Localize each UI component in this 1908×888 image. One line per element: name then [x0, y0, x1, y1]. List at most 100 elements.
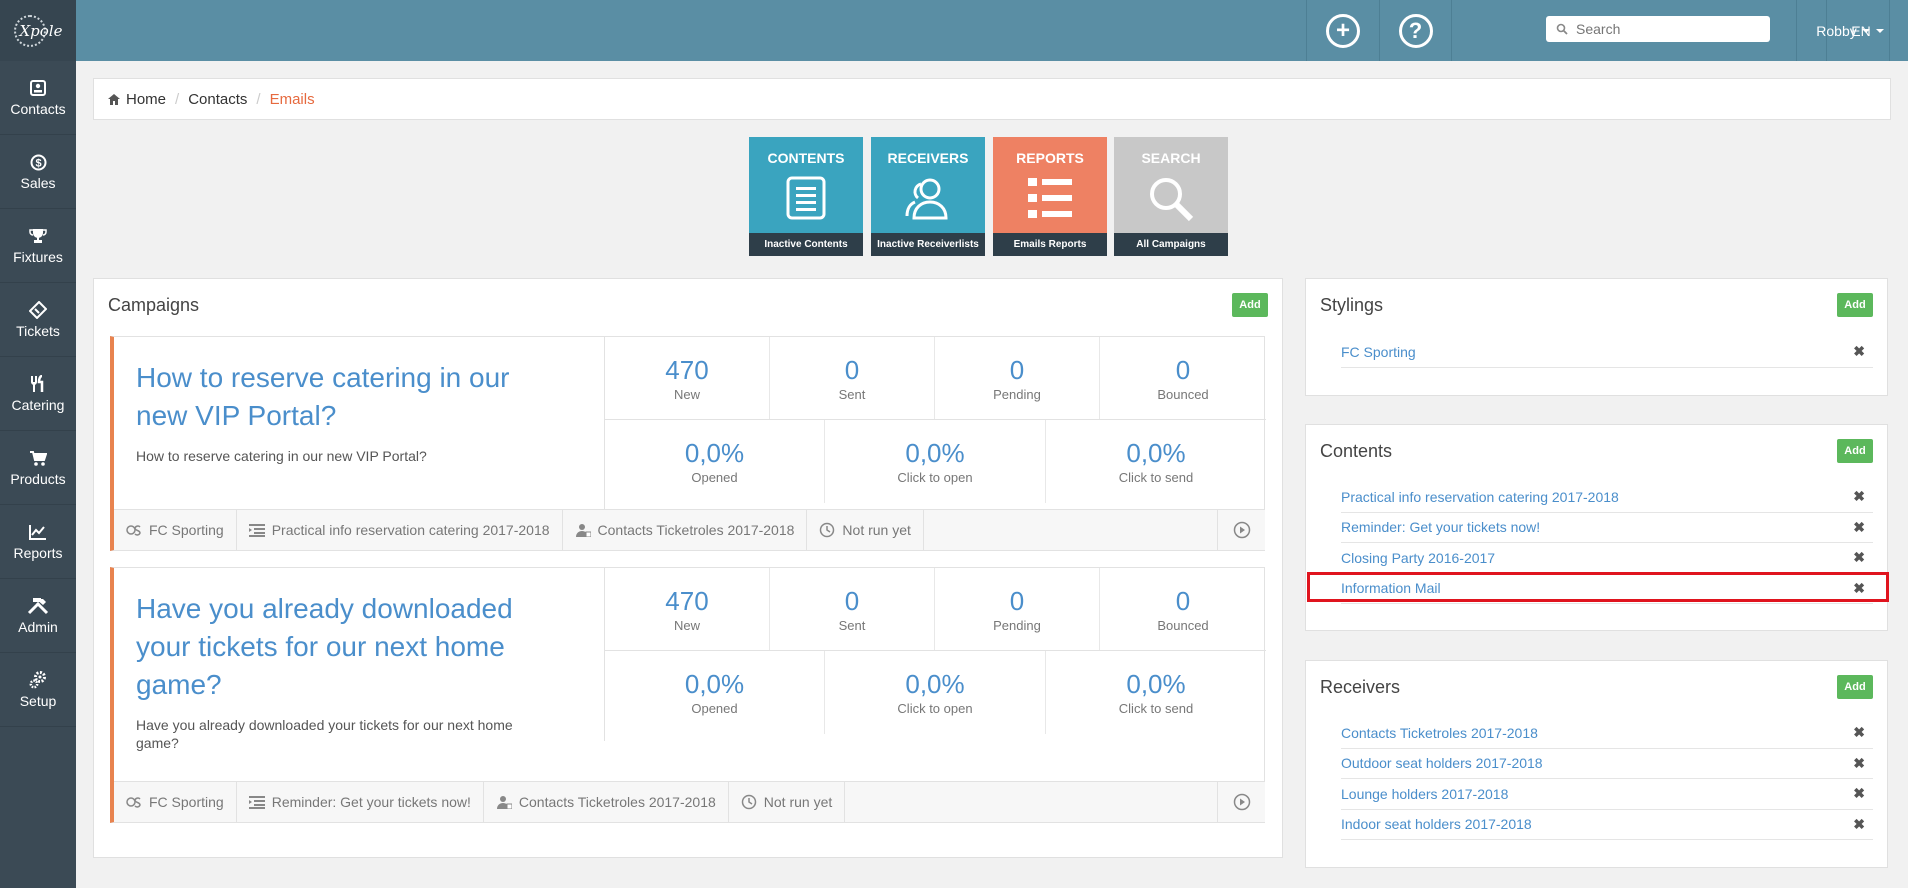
sidebar-item-contacts[interactable]: Contacts — [0, 61, 76, 135]
trophy-icon — [29, 226, 47, 246]
campaign-content[interactable]: Practical info reservation catering 2017… — [237, 509, 563, 551]
list-item[interactable]: Contacts Ticketroles 2017-2018 ✖ — [1341, 718, 1873, 749]
sidebar-item-products[interactable]: Products — [0, 431, 76, 505]
remove-icon[interactable]: ✖ — [1853, 519, 1873, 536]
search-box[interactable] — [1546, 16, 1770, 42]
campaign-card[interactable]: How to reserve catering in our new VIP P… — [110, 336, 1266, 551]
campaign-styling[interactable]: FC Sporting — [114, 781, 237, 823]
stat-value: 0 — [1009, 585, 1025, 616]
remove-icon[interactable]: ✖ — [1853, 816, 1873, 833]
stat-value: 0,0% — [905, 669, 965, 699]
stat-click-to-send: 0,0% Click to send — [1046, 420, 1266, 503]
add-campaign-button[interactable]: Add — [1232, 293, 1268, 317]
list-item-label[interactable]: Outdoor seat holders 2017-2018 — [1341, 755, 1543, 771]
sidebar-item-label: Catering — [11, 397, 65, 413]
stat-label: Click to open — [897, 470, 973, 485]
list-item-label[interactable]: Lounge holders 2017-2018 — [1341, 786, 1508, 802]
remove-icon[interactable]: ✖ — [1853, 488, 1873, 505]
stat-label: Sent — [838, 617, 866, 633]
content-icon — [248, 795, 265, 809]
list-item-label[interactable]: FC Sporting — [1341, 344, 1416, 360]
sidebar-item-catering[interactable]: Catering — [0, 357, 76, 431]
sidebar-item-sales[interactable]: $ Sales — [0, 135, 76, 209]
stat-value: 0 — [844, 585, 860, 616]
sidebar-item-reports[interactable]: Reports — [0, 505, 76, 579]
sidebar-item-label: Tickets — [16, 323, 60, 339]
sidebar-item-label: Contacts — [10, 101, 66, 117]
campaign-card[interactable]: Have you already downloaded your tickets… — [110, 567, 1266, 823]
add-new-button[interactable]: + — [1306, 0, 1379, 61]
logo[interactable]: Xpole — [0, 0, 76, 61]
content-label: Reminder: Get your tickets now! — [271, 794, 471, 810]
sidebar-item-setup[interactable]: Setup — [0, 653, 76, 727]
list-item[interactable]: FC Sporting ✖ — [1341, 337, 1873, 368]
list-item[interactable]: Lounge holders 2017-2018 ✖ — [1341, 779, 1873, 810]
list-item-label[interactable]: Information Mail — [1341, 580, 1441, 596]
sidebar-item-fixtures[interactable]: Fixtures — [0, 209, 76, 283]
tile-reports[interactable]: REPORTS Emails Reports — [993, 137, 1107, 256]
content-label: Practical info reservation catering 2017… — [271, 522, 550, 538]
remove-icon[interactable]: ✖ — [1853, 724, 1873, 741]
run-campaign-button[interactable] — [1217, 781, 1265, 823]
remove-icon[interactable]: ✖ — [1853, 785, 1873, 802]
stat-label: Opened — [691, 701, 738, 716]
list-item[interactable]: Practical info reservation catering 2017… — [1341, 482, 1873, 513]
tile-contents[interactable]: CONTENTS Inactive Contents — [749, 137, 863, 256]
campaign-status: Not run yet — [729, 781, 846, 823]
list-item-label[interactable]: Reminder: Get your tickets now! — [1341, 519, 1540, 535]
stylings-list: FC Sporting ✖ — [1341, 337, 1873, 368]
remove-icon[interactable]: ✖ — [1853, 580, 1873, 597]
sidebar-item-tickets[interactable]: Tickets — [0, 283, 76, 357]
stat-label: Click to send — [1118, 701, 1194, 716]
breadcrumb-home[interactable]: Home — [126, 91, 166, 108]
add-receiver-button[interactable]: Add — [1837, 675, 1873, 699]
breadcrumb-contacts[interactable]: Contacts — [188, 91, 247, 108]
stat-label: New — [673, 617, 700, 633]
campaign-receivers[interactable]: Contacts Ticketroles 2017-2018 — [563, 509, 808, 551]
sidebar: Xpole Contacts $ Sales Fixtures Tickets … — [0, 0, 76, 888]
campaign-content[interactable]: Reminder: Get your tickets now! — [237, 781, 484, 823]
remove-icon[interactable]: ✖ — [1853, 755, 1873, 772]
list-item[interactable]: Closing Party 2016-2017 ✖ — [1341, 543, 1873, 574]
remove-icon[interactable]: ✖ — [1853, 549, 1873, 566]
sidebar-item-admin[interactable]: Admin — [0, 579, 76, 653]
campaign-title[interactable]: Have you already downloaded your tickets… — [136, 590, 556, 704]
run-campaign-button[interactable] — [1217, 509, 1265, 551]
home-icon — [108, 93, 120, 105]
language-menu[interactable]: EN — [1826, 0, 1908, 61]
receivers-list: Contacts Ticketroles 2017-2018 ✖ Outdoor … — [1341, 718, 1873, 840]
remove-icon[interactable]: ✖ — [1853, 343, 1873, 360]
list-item[interactable]: Reminder: Get your tickets now! ✖ — [1341, 513, 1873, 543]
tile-receivers[interactable]: RECEIVERS Inactive Receiverlists — [871, 137, 985, 256]
stat-sent: 0 Sent — [770, 568, 935, 650]
contents-list: Practical info reservation catering 2017… — [1341, 482, 1873, 604]
stat-sent: 0 Sent — [770, 337, 935, 419]
campaign-title[interactable]: How to reserve catering in our new VIP P… — [136, 359, 556, 435]
stat-label: Opened — [691, 470, 738, 485]
stat-label: Pending — [993, 386, 1041, 402]
list-item[interactable]: Information Mail ✖ — [1341, 574, 1873, 604]
status-label: Not run yet — [763, 794, 833, 810]
search-input[interactable] — [1576, 21, 1756, 37]
styling-icon — [126, 524, 142, 536]
stat-bounced: 0 Bounced — [1100, 337, 1266, 419]
add-content-button[interactable]: Add — [1837, 439, 1873, 463]
campaign-styling[interactable]: FC Sporting — [114, 509, 237, 551]
list-item-label[interactable]: Contacts Ticketroles 2017-2018 — [1341, 725, 1538, 741]
tile-search[interactable]: SEARCH All Campaigns — [1114, 137, 1228, 256]
campaign-stats: 470 New 0 Sent 0 Pending 0 Bounced 0,0% Opene… — [604, 337, 1266, 510]
topbar: + ? Robby — [76, 0, 1908, 61]
list-item-label[interactable]: Indoor seat holders 2017-2018 — [1341, 816, 1532, 832]
list-item-label[interactable]: Closing Party 2016-2017 — [1341, 550, 1495, 566]
campaign-receivers[interactable]: Contacts Ticketroles 2017-2018 — [484, 781, 729, 823]
add-styling-button[interactable]: Add — [1837, 293, 1873, 317]
list-item[interactable]: Outdoor seat holders 2017-2018 ✖ — [1341, 749, 1873, 779]
stat-new: 470 New — [605, 568, 770, 650]
stat-click-to-open: 0,0% Click to open — [825, 420, 1046, 503]
list-item[interactable]: Indoor seat holders 2017-2018 ✖ — [1341, 810, 1873, 840]
list-item-label[interactable]: Practical info reservation catering 2017… — [1341, 489, 1619, 505]
stat-click-to-send: 0,0% Click to send — [1046, 651, 1266, 734]
help-button[interactable]: ? — [1379, 0, 1452, 61]
breadcrumb: Home / Contacts / Emails — [93, 78, 1891, 120]
panel-title: Stylings — [1320, 295, 1384, 315]
